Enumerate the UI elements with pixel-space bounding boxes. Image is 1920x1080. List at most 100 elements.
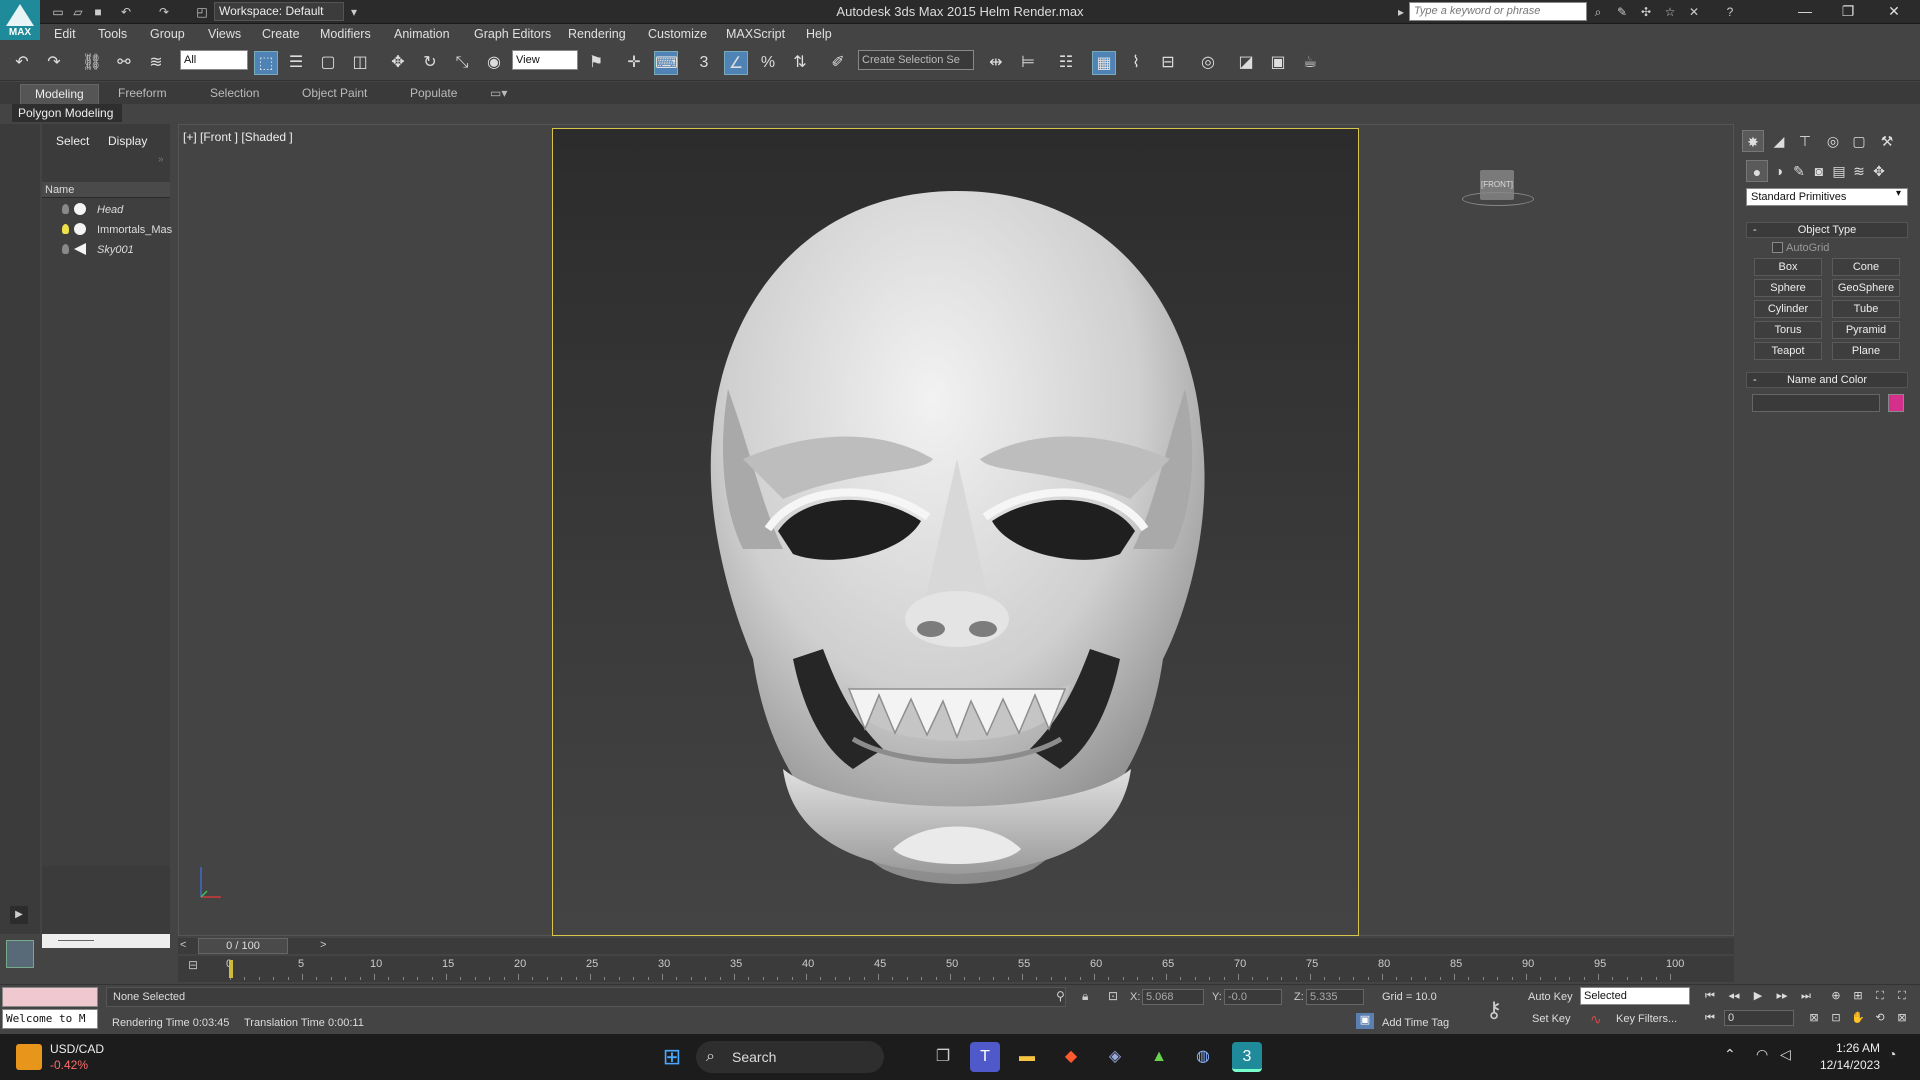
time-tag-icon[interactable]: ▣ <box>1356 1013 1374 1029</box>
render-setup-icon[interactable]: ◪ <box>1234 51 1258 75</box>
name-and-color-rollout[interactable]: - Name and Color <box>1746 372 1908 388</box>
object-name-input[interactable] <box>1752 394 1880 412</box>
menu-views[interactable]: Views <box>208 27 241 41</box>
cylinder-button[interactable]: Cylinder <box>1754 300 1822 318</box>
chevron-down-icon[interactable]: ▾ <box>1896 188 1901 199</box>
viewport-layout-icon[interactable] <box>6 940 34 968</box>
clock-time[interactable]: 1:26 AM <box>1816 1041 1880 1055</box>
set-key-button[interactable]: Set Key <box>1532 1013 1571 1025</box>
ticker-name[interactable]: USD/CAD <box>50 1042 104 1056</box>
display-tab-icon[interactable]: ▢ <box>1848 130 1870 152</box>
snaps-toggle-icon[interactable]: 3 <box>692 51 716 75</box>
percent-snap-icon[interactable]: % <box>756 51 780 75</box>
systems-icon[interactable]: ✥ <box>1868 160 1890 182</box>
binoculars-icon[interactable]: ⌕ <box>1590 4 1606 20</box>
maxscript-listener-output[interactable] <box>2 987 98 1007</box>
link-icon[interactable]: ⛓ <box>80 51 104 75</box>
scale-icon[interactable]: ⤡ <box>450 51 474 75</box>
pan-hand-icon[interactable]: ✋ <box>1848 1009 1868 1027</box>
new-file-icon[interactable]: ▭ <box>50 4 66 20</box>
app-globe-icon[interactable]: ◍ <box>1188 1042 1218 1072</box>
explorer-tab-display[interactable]: Display <box>108 134 147 148</box>
stocks-widget-icon[interactable] <box>16 1044 42 1070</box>
select-object-icon[interactable]: ⬚ <box>254 51 278 75</box>
rectangular-selection-icon[interactable]: ▢ <box>316 51 340 75</box>
material-editor-icon[interactable]: ◎ <box>1196 51 1220 75</box>
tray-chevron-icon[interactable]: ⌃ <box>1724 1046 1736 1063</box>
explorer-collapse-icon[interactable]: » <box>158 154 164 165</box>
geosphere-button[interactable]: GeoSphere <box>1832 279 1900 297</box>
maximize-viewport-icon[interactable]: ⊠ <box>1892 1009 1912 1027</box>
pivot-center-icon[interactable]: ⚑ <box>584 51 608 75</box>
zoom-extents-icon[interactable]: ⛶ <box>1870 987 1890 1005</box>
plane-button[interactable]: Plane <box>1832 342 1900 360</box>
zoom-all-icon[interactable]: ⊞ <box>1848 987 1868 1005</box>
spinner-snap-icon[interactable]: ⇅ <box>788 51 812 75</box>
close-icon[interactable]: ✕ <box>1874 3 1914 20</box>
select-by-name-icon[interactable]: ☰ <box>284 51 308 75</box>
minimize-icon[interactable]: — <box>1785 3 1825 19</box>
helpers-icon[interactable]: ▤ <box>1828 160 1850 182</box>
tab-populate[interactable]: Populate <box>410 86 457 100</box>
menu-edit[interactable]: Edit <box>54 27 76 41</box>
menu-customize[interactable]: Customize <box>648 27 707 41</box>
tab-freeform[interactable]: Freeform <box>118 86 167 100</box>
primitive-type-dropdown[interactable]: Standard Primitives <box>1746 188 1908 206</box>
app-logo-button[interactable]: MAX <box>0 0 40 40</box>
list-item[interactable]: Immortals_Mas <box>42 220 172 240</box>
front-viewport[interactable]: [+] [Front ] [Shaded ] <box>178 124 1734 936</box>
go-to-start-icon[interactable]: ⏮ <box>1700 987 1720 1005</box>
volume-icon[interactable]: ◁ <box>1780 1046 1791 1063</box>
curve-editor-icon[interactable]: ⌇ <box>1124 51 1148 75</box>
manipulate-icon[interactable]: ✛ <box>622 51 646 75</box>
menu-animation[interactable]: Animation <box>394 27 450 41</box>
utilities-tab-icon[interactable]: ⚒ <box>1876 130 1898 152</box>
help-icon[interactable]: ? <box>1722 4 1738 20</box>
edit-named-selection-icon[interactable]: ✐ <box>826 51 850 75</box>
zoom-icon[interactable]: ⊕ <box>1826 987 1846 1005</box>
open-file-icon[interactable]: ▱ <box>70 4 86 20</box>
layer-manager-icon[interactable]: ☷ <box>1054 51 1078 75</box>
communication-icon[interactable]: ✣ <box>1638 4 1654 20</box>
expand-arrow-icon[interactable]: ▶ <box>10 906 28 924</box>
time-slider-next-icon[interactable]: > <box>320 939 326 951</box>
project-folder-icon[interactable]: ◰ <box>194 4 210 20</box>
zoom-extents-all-icon[interactable]: ⛶ <box>1892 987 1912 1005</box>
tube-button[interactable]: Tube <box>1832 300 1900 318</box>
unlink-icon[interactable]: ⚯ <box>112 51 136 75</box>
mirror-icon[interactable]: ⇹ <box>984 51 1008 75</box>
key-mode-dropdown[interactable]: Selected <box>1580 987 1690 1005</box>
undo-icon[interactable]: ↶ <box>118 4 134 20</box>
hierarchy-tab-icon[interactable]: ⊤ <box>1794 130 1816 152</box>
workspace-dropdown[interactable]: Workspace: Default <box>214 2 344 21</box>
wifi-icon[interactable]: ◠ <box>1756 1046 1768 1063</box>
undo-icon[interactable]: ↶ <box>10 51 34 75</box>
app-diamond-icon[interactable]: ◈ <box>1100 1042 1130 1072</box>
time-slider[interactable]: < 0 / 100 > <box>178 938 1734 954</box>
clock-date[interactable]: 12/14/2023 <box>1800 1058 1880 1072</box>
explorer-tab-select[interactable]: Select <box>56 134 89 148</box>
go-to-end-icon[interactable]: ⏭ <box>1796 987 1816 1005</box>
viewport-label[interactable]: [+] [Front ] [Shaded ] <box>183 130 293 144</box>
time-slider-prev-icon[interactable]: < <box>180 939 186 951</box>
menu-modifiers[interactable]: Modifiers <box>320 27 371 41</box>
explorer-column-name[interactable]: Name <box>42 182 170 198</box>
light-bulb-icon[interactable] <box>62 204 69 214</box>
time-slider-thumb[interactable]: 0 / 100 <box>198 938 288 954</box>
favorites-star-icon[interactable]: ☆ <box>1662 4 1678 20</box>
shapes-icon[interactable]: ◑ <box>1768 160 1790 182</box>
menu-maxscript[interactable]: MAXScript <box>726 27 785 41</box>
restore-icon[interactable]: ❐ <box>1828 3 1868 20</box>
menu-create[interactable]: Create <box>262 27 300 41</box>
field-of-view-icon[interactable]: ⊠ <box>1804 1009 1824 1027</box>
space-warps-icon[interactable]: ≋ <box>1848 160 1870 182</box>
current-frame-input[interactable]: 0 <box>1724 1010 1794 1026</box>
redo-icon[interactable]: ↷ <box>42 51 66 75</box>
light-bulb-icon[interactable] <box>62 224 69 234</box>
render-production-icon[interactable]: ☕ <box>1298 51 1322 75</box>
key-tangent-icon[interactable]: ∿ <box>1590 1011 1602 1028</box>
place-icon[interactable]: ◉ <box>482 51 506 75</box>
save-file-icon[interactable]: ■ <box>90 4 106 20</box>
region-zoom-icon[interactable]: ⊡ <box>1826 1009 1846 1027</box>
menu-rendering[interactable]: Rendering <box>568 27 626 41</box>
